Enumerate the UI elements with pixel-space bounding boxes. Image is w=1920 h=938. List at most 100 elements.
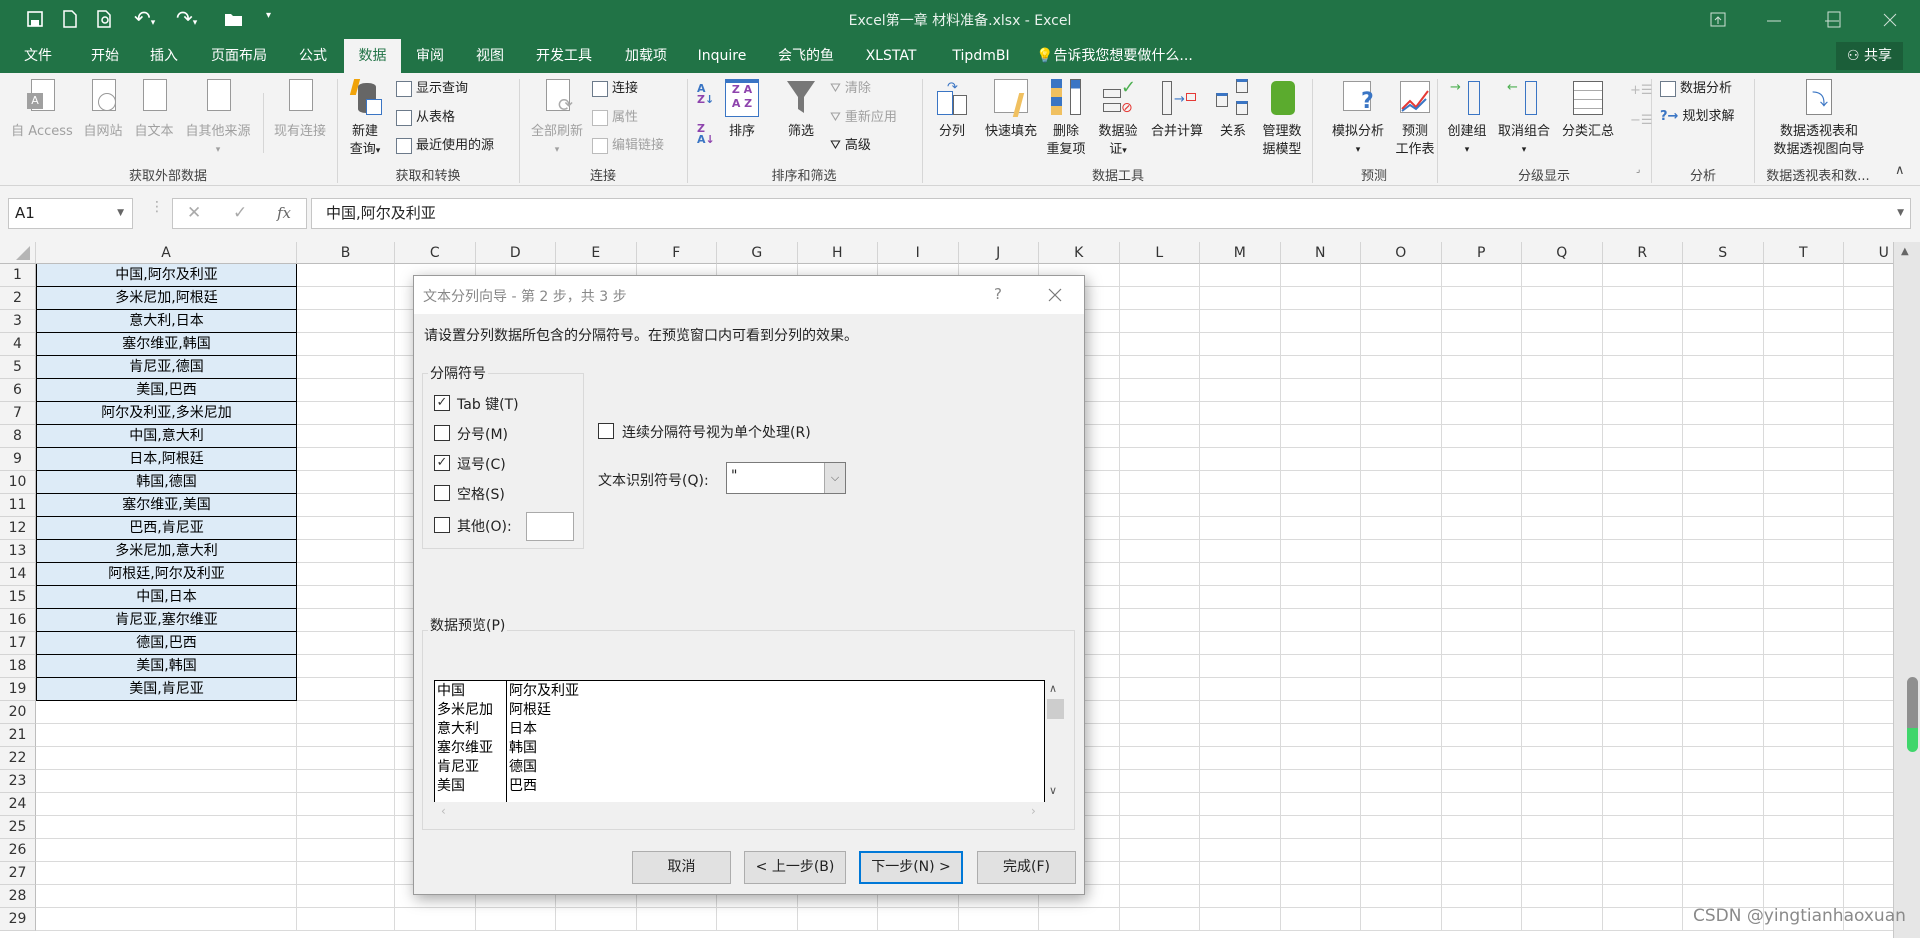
cell-B1[interactable] [297,264,395,287]
cell-T16[interactable] [1763,609,1844,632]
cell-T24[interactable] [1763,793,1844,816]
tab-add-ins[interactable]: 加载项 [615,39,677,73]
cell-Q2[interactable] [1522,287,1603,310]
row-header[interactable]: 25 [0,816,36,839]
cell-P11[interactable] [1441,494,1522,517]
column-header-E[interactable]: E [556,242,637,264]
cell-L22[interactable] [1119,747,1200,770]
cell-M4[interactable] [1200,333,1281,356]
cell-R26[interactable] [1602,839,1683,862]
cell-R8[interactable] [1602,425,1683,448]
cell-O10[interactable] [1361,471,1442,494]
cell-R12[interactable] [1602,517,1683,540]
cell-U12[interactable] [1844,517,1893,540]
cell-N28[interactable] [1280,885,1361,908]
row-header[interactable]: 10 [0,471,36,494]
tab-fish[interactable]: 会飞的鱼 [768,39,844,73]
show-queries-button[interactable]: 显示查询 [396,77,468,101]
column-header-H[interactable]: H [797,242,878,264]
cell-L20[interactable] [1119,701,1200,724]
cell-N11[interactable] [1280,494,1361,517]
cell-O6[interactable] [1361,379,1442,402]
scroll-up-icon[interactable]: ▲ [1901,246,1909,257]
cell-R11[interactable] [1602,494,1683,517]
cell-O15[interactable] [1361,586,1442,609]
cell-S21[interactable] [1683,724,1764,747]
cell-A20[interactable] [36,701,297,724]
cell-B12[interactable] [297,517,395,540]
cell-O24[interactable] [1361,793,1442,816]
share-button[interactable]: ⚇ 共享 [1836,42,1903,70]
row-header[interactable]: 20 [0,701,36,724]
cell-M14[interactable] [1200,563,1281,586]
cell-N25[interactable] [1280,816,1361,839]
cell-O16[interactable] [1361,609,1442,632]
cell-B22[interactable] [297,747,395,770]
ribbon-display-icon[interactable] [1710,12,1726,28]
cell-R6[interactable] [1602,379,1683,402]
cell-R5[interactable] [1602,356,1683,379]
cell-R17[interactable] [1602,632,1683,655]
close-icon[interactable] [1882,12,1898,28]
collapse-ribbon-icon[interactable]: ∧ [1895,163,1905,178]
cell-Q19[interactable] [1522,678,1603,701]
cell-Q15[interactable] [1522,586,1603,609]
cell-B5[interactable] [297,356,395,379]
cell-O8[interactable] [1361,425,1442,448]
row-header[interactable]: 22 [0,747,36,770]
cell-Q29[interactable] [1522,908,1603,931]
cell-A10[interactable]: 韩国,德国 [36,471,297,494]
cell-L10[interactable] [1119,471,1200,494]
cell-R3[interactable] [1602,310,1683,333]
cell-Q16[interactable] [1522,609,1603,632]
cell-M12[interactable] [1200,517,1281,540]
cell-P2[interactable] [1441,287,1522,310]
cell-S6[interactable] [1683,379,1764,402]
column-header-D[interactable]: D [475,242,556,264]
cell-M20[interactable] [1200,701,1281,724]
cell-O29[interactable] [1361,908,1442,931]
cell-O14[interactable] [1361,563,1442,586]
cell-T28[interactable] [1763,885,1844,908]
cell-N22[interactable] [1280,747,1361,770]
cell-N3[interactable] [1280,310,1361,333]
cell-L6[interactable] [1119,379,1200,402]
cell-N8[interactable] [1280,425,1361,448]
cell-L18[interactable] [1119,655,1200,678]
cell-Q11[interactable] [1522,494,1603,517]
cell-P17[interactable] [1441,632,1522,655]
cell-S5[interactable] [1683,356,1764,379]
column-header-L[interactable]: L [1119,242,1200,264]
cell-Q7[interactable] [1522,402,1603,425]
name-box-dropdown-icon[interactable]: ▼ [117,199,124,228]
cell-P29[interactable] [1441,908,1522,931]
cell-L13[interactable] [1119,540,1200,563]
cell-Q17[interactable] [1522,632,1603,655]
back-button[interactable]: < 上一步(B) [744,851,846,884]
cell-L27[interactable] [1119,862,1200,885]
cell-R21[interactable] [1602,724,1683,747]
cell-P20[interactable] [1441,701,1522,724]
cell-R9[interactable] [1602,448,1683,471]
cell-U17[interactable] [1844,632,1893,655]
cell-Q26[interactable] [1522,839,1603,862]
cell-K29[interactable] [1039,908,1120,931]
column-header-O[interactable]: O [1361,242,1442,264]
cell-T1[interactable] [1763,264,1844,287]
cell-R10[interactable] [1602,471,1683,494]
cell-L26[interactable] [1119,839,1200,862]
cell-M8[interactable] [1200,425,1281,448]
cell-R20[interactable] [1602,701,1683,724]
cell-A15[interactable]: 中国,日本 [36,586,297,609]
cancel-button[interactable]: 取消 [632,851,731,884]
cell-N10[interactable] [1280,471,1361,494]
tab-view[interactable]: 视图 [467,39,513,73]
dialog-launcher-icon[interactable]: ⌟ [1636,165,1640,175]
minimize-icon[interactable] [1766,12,1782,28]
cell-L7[interactable] [1119,402,1200,425]
cell-R7[interactable] [1602,402,1683,425]
cell-L12[interactable] [1119,517,1200,540]
row-header[interactable]: 13 [0,540,36,563]
cell-Q3[interactable] [1522,310,1603,333]
column-header-N[interactable]: N [1280,242,1361,264]
